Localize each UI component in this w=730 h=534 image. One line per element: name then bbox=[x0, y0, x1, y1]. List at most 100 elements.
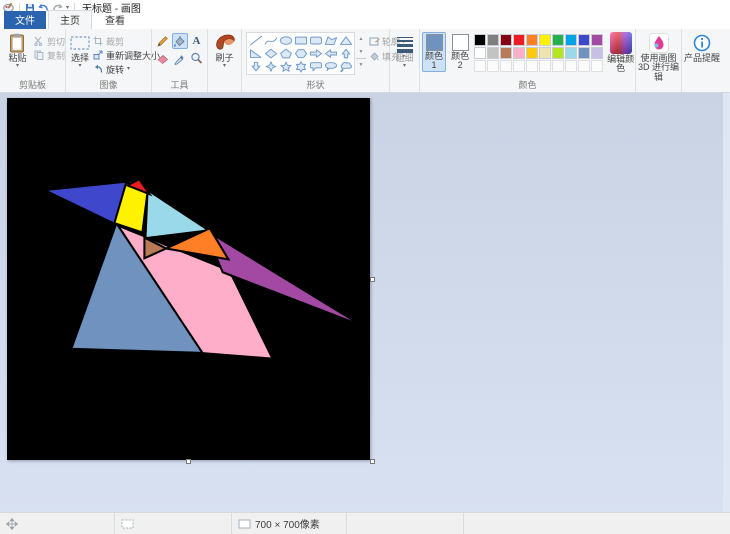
palette-color[interactable] bbox=[552, 47, 565, 59]
palette-color[interactable] bbox=[565, 47, 578, 59]
palette-empty-slot[interactable] bbox=[487, 60, 500, 72]
palette-color[interactable] bbox=[591, 34, 604, 46]
canvas[interactable] bbox=[7, 98, 370, 460]
palette-color[interactable] bbox=[526, 34, 539, 46]
group-paint3d: 使用画图 3D 进行编辑 bbox=[636, 29, 682, 92]
text-tool[interactable]: A bbox=[189, 33, 205, 49]
cursor-position-cell bbox=[0, 513, 115, 534]
shape-rounded-rectangle[interactable] bbox=[308, 34, 323, 47]
palette-color[interactable] bbox=[578, 47, 591, 59]
size-button[interactable]: 粗细 ▾ bbox=[390, 32, 420, 69]
canvas-size-cell: 700 × 700像素 bbox=[232, 513, 347, 534]
color1-button[interactable]: 颜色 1 bbox=[422, 32, 447, 72]
shape-rectangle[interactable] bbox=[293, 34, 308, 47]
palette-color[interactable] bbox=[552, 34, 565, 46]
eraser-tool[interactable] bbox=[155, 50, 171, 66]
select-button[interactable]: 选择 ▾ bbox=[70, 32, 90, 69]
shapes-scroll-down-button[interactable]: ▼ bbox=[356, 45, 366, 58]
shape-polygon[interactable] bbox=[323, 34, 338, 47]
canvas-resize-handle-right[interactable] bbox=[370, 277, 375, 282]
magnifier-tool[interactable] bbox=[189, 50, 205, 66]
palette-empty-slot[interactable] bbox=[526, 60, 539, 72]
shapes-scroll-up-button[interactable]: ▲ bbox=[356, 32, 366, 45]
shape-triangle[interactable] bbox=[338, 34, 353, 47]
shape-pentagon[interactable] bbox=[278, 47, 293, 60]
shape-arrow-left[interactable] bbox=[323, 47, 338, 60]
palette-color[interactable] bbox=[539, 34, 552, 46]
palette-empty-slot[interactable] bbox=[539, 60, 552, 72]
edit-with-paint3d-button[interactable]: 使用画图 3D 进行编辑 bbox=[637, 32, 681, 82]
shape-callout-oval[interactable] bbox=[323, 60, 338, 73]
edit-colors-button[interactable]: 编辑颜色 bbox=[606, 32, 635, 74]
tab-view[interactable]: 查看 bbox=[94, 11, 136, 29]
paint3d-group-spacer bbox=[636, 82, 681, 92]
shapes-more-button[interactable]: ▼ bbox=[356, 58, 366, 71]
shape-line[interactable] bbox=[248, 34, 263, 47]
alert-group-spacer bbox=[682, 79, 722, 92]
palette-color[interactable] bbox=[513, 47, 526, 59]
palette-color[interactable] bbox=[487, 34, 500, 46]
palette-empty-slot[interactable] bbox=[565, 60, 578, 72]
scrollbar-track[interactable] bbox=[723, 93, 730, 512]
tab-file[interactable]: 文件 bbox=[4, 11, 46, 29]
palette-color[interactable] bbox=[487, 47, 500, 59]
shape-callout-rounded[interactable] bbox=[308, 60, 323, 73]
shape-curve[interactable] bbox=[263, 34, 278, 47]
shape-oval[interactable] bbox=[278, 34, 293, 47]
color2-button[interactable]: 颜色 2 bbox=[448, 32, 472, 72]
pencil-tool[interactable] bbox=[155, 33, 171, 49]
info-icon bbox=[693, 32, 711, 54]
palette-color[interactable] bbox=[539, 47, 552, 59]
edit-colors-label: 编辑颜色 bbox=[607, 54, 635, 74]
palette-empty-slot[interactable] bbox=[578, 60, 591, 72]
palette-empty-slot[interactable] bbox=[552, 60, 565, 72]
select-dropdown-icon: ▾ bbox=[78, 63, 82, 70]
shape-diamond[interactable] bbox=[263, 47, 278, 60]
resize-icon bbox=[93, 50, 103, 60]
shape-arrow-up[interactable] bbox=[338, 47, 353, 60]
rotate-label: 旋转 bbox=[106, 64, 125, 75]
canvas-resize-handle-corner[interactable] bbox=[370, 459, 375, 464]
file-size-cell bbox=[347, 513, 464, 534]
palette-color[interactable] bbox=[500, 34, 513, 46]
ribbon-tabs: 文件 主页 查看 bbox=[0, 10, 730, 29]
tab-home[interactable]: 主页 bbox=[48, 10, 92, 29]
shape-star-4[interactable] bbox=[263, 60, 278, 73]
shape-right-triangle[interactable] bbox=[248, 47, 263, 60]
palette-color[interactable] bbox=[578, 34, 591, 46]
fill-tool[interactable] bbox=[171, 33, 188, 49]
group-tools: A 工具 bbox=[152, 29, 208, 92]
palette-color[interactable] bbox=[474, 47, 487, 59]
palette-color[interactable] bbox=[565, 34, 578, 46]
paste-button[interactable]: 粘贴 ▾ bbox=[5, 32, 30, 69]
color-picker-tool[interactable] bbox=[172, 50, 188, 66]
shape-arrow-down[interactable] bbox=[248, 60, 263, 73]
palette-empty-slot[interactable] bbox=[591, 60, 604, 72]
group-brushes: 刷子 ▾ bbox=[208, 29, 242, 92]
brushes-button[interactable]: 刷子 ▾ bbox=[210, 32, 240, 69]
palette-color[interactable] bbox=[513, 34, 526, 46]
color2-label: 颜色 2 bbox=[451, 51, 470, 71]
product-alert-button[interactable]: 产品提醒 bbox=[684, 32, 720, 63]
shape-star-6[interactable] bbox=[293, 60, 308, 73]
cut-button[interactable]: 剪切 bbox=[34, 35, 65, 47]
copy-button[interactable]: 复制 bbox=[34, 49, 65, 61]
palette-empty-slot[interactable] bbox=[500, 60, 513, 72]
shape-star-5[interactable] bbox=[278, 60, 293, 73]
palette-color[interactable] bbox=[591, 47, 604, 59]
tools-group-label: 工具 bbox=[170, 80, 189, 90]
palette-color[interactable] bbox=[474, 34, 487, 46]
palette-color[interactable] bbox=[500, 47, 513, 59]
palette-empty-slot[interactable] bbox=[513, 60, 526, 72]
rotate-button[interactable]: 旋转 ▾ bbox=[93, 63, 160, 75]
shape-hexagon[interactable] bbox=[293, 47, 308, 60]
selection-rectangle-icon bbox=[70, 32, 90, 54]
palette-empty-slot[interactable] bbox=[474, 60, 487, 72]
text-tool-icon: A bbox=[192, 35, 201, 47]
canvas-resize-handle-bottom[interactable] bbox=[186, 459, 191, 464]
resize-button[interactable]: 重新调整大小 bbox=[93, 49, 160, 61]
shape-callout-cloud[interactable] bbox=[338, 60, 353, 73]
palette-color[interactable] bbox=[526, 47, 539, 59]
crop-button[interactable]: 裁剪 bbox=[93, 35, 160, 47]
shape-arrow-right[interactable] bbox=[308, 47, 323, 60]
